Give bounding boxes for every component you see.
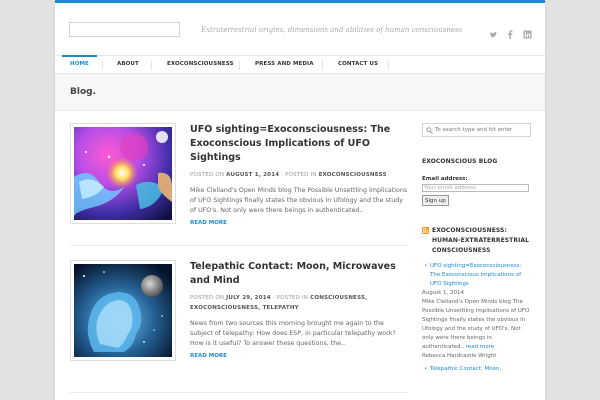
search-box xyxy=(422,123,531,137)
nav-divider xyxy=(239,61,240,70)
nav-item-press-and-media[interactable]: PRESS AND MEDIA xyxy=(255,56,314,73)
rss-feed-list: UFO sighting=Exoconsciousness: The Exoco… xyxy=(422,262,531,374)
site-tagline: Extraterrestrial origins, dimensions and… xyxy=(201,26,463,34)
blog-widget-title: EXOCONSCIOUS BLOG xyxy=(422,158,498,165)
rss-icon xyxy=(422,227,429,234)
email-field[interactable] xyxy=(422,184,529,192)
post-title[interactable]: UFO sighting=Exoconsciousness: The Exoco… xyxy=(190,123,408,165)
post-meta: POSTED ON AUGUST 1, 2014 · POSTED IN EXO… xyxy=(190,170,408,180)
post-thumbnail[interactable] xyxy=(70,260,176,361)
nav-divider xyxy=(151,61,152,70)
rss-item: UFO sighting=Exoconsciousness: The Exoco… xyxy=(422,262,531,361)
header: Extraterrestrial origins, dimensions and… xyxy=(55,3,545,55)
main-nav: HOME ABOUT EXOCONSCIOUSNESS PRESS AND ME… xyxy=(55,55,545,74)
email-label: Email address: xyxy=(422,176,468,182)
nav-item-exoconsciousness[interactable]: EXOCONSCIOUSNESS xyxy=(167,56,234,73)
search-input[interactable] xyxy=(435,124,529,136)
twitter-icon[interactable] xyxy=(489,24,498,38)
rss-item: Telepathic Contact: Moon, xyxy=(422,365,531,374)
rss-item-excerpt: Mike Clelland's Open Minds blog The Poss… xyxy=(422,299,530,350)
post-meta: POSTED ON JULY 29, 2014 · POSTED IN CONS… xyxy=(190,293,408,313)
posted-on-label: POSTED ON xyxy=(190,295,225,301)
page-title-bar: Blog. xyxy=(55,74,545,111)
posted-in-label: · POSTED IN xyxy=(272,295,309,301)
nav-divider xyxy=(322,61,323,70)
page: Extraterrestrial origins, dimensions and… xyxy=(55,0,545,400)
post-divider xyxy=(70,392,408,393)
rss-item-title[interactable]: UFO sighting=Exoconsciousness: The Exoco… xyxy=(422,262,531,289)
nav-item-contact-us[interactable]: CONTACT US xyxy=(338,56,378,73)
nav-divider xyxy=(102,61,103,70)
post-excerpt: News from two sources this morning broug… xyxy=(190,320,396,347)
post-date[interactable]: JULY 29, 2014 xyxy=(226,295,271,301)
post-categories[interactable]: EXOCONSCIOUSNESS xyxy=(319,172,387,178)
post-divider xyxy=(70,245,408,246)
rss-item-title[interactable]: Telepathic Contact: Moon, xyxy=(422,365,531,374)
post-body: Telepathic Contact: Moon, Microwaves and… xyxy=(190,260,408,359)
rss-widget-title[interactable]: EXOCONSCIOUSNESS: HUMAN-EXTRATERRESTRIAL… xyxy=(432,226,531,256)
facebook-icon[interactable] xyxy=(506,24,515,39)
nav-divider xyxy=(388,61,389,70)
search-icon xyxy=(426,127,433,134)
post-date[interactable]: AUGUST 1, 2014 xyxy=(226,172,279,178)
nav-item-about[interactable]: ABOUT xyxy=(117,56,139,73)
read-more-link[interactable]: READ MORE xyxy=(190,353,408,359)
linkedin-icon[interactable] xyxy=(523,24,532,39)
rss-item-description: Mike Clelland's Open Minds blog The Poss… xyxy=(422,298,531,352)
posted-on-label: POSTED ON xyxy=(190,172,225,178)
post-title[interactable]: Telepathic Contact: Moon, Microwaves and… xyxy=(190,260,408,288)
glowing-head-moon-image xyxy=(74,264,172,357)
read-more-link[interactable]: READ MORE xyxy=(190,220,408,226)
rss-item-author: Rebecca Hardcastle Wright xyxy=(422,353,497,359)
site-logo[interactable] xyxy=(69,22,180,37)
rss-widget-header: EXOCONSCIOUSNESS: HUMAN-EXTRATERRESTRIAL… xyxy=(422,226,531,256)
cosmic-fractal-image xyxy=(74,127,172,220)
post-excerpt: Mike Clelland's Open Minds blog The Poss… xyxy=(190,187,408,214)
social-links xyxy=(489,24,532,39)
page-title: Blog. xyxy=(70,87,96,97)
posted-in-label: · POSTED IN xyxy=(281,172,317,178)
signup-button[interactable]: Sign up xyxy=(422,195,449,206)
rss-item-date: August 1, 2014 xyxy=(422,290,464,296)
post-body: UFO sighting=Exoconsciousness: The Exoco… xyxy=(190,123,408,226)
sidebar: EXOCONSCIOUS BLOG Email address: Sign up… xyxy=(422,123,531,374)
post-thumbnail[interactable] xyxy=(70,123,176,224)
nav-item-home[interactable]: HOME xyxy=(62,55,97,73)
rss-read-more-link[interactable]: read more xyxy=(466,344,494,350)
